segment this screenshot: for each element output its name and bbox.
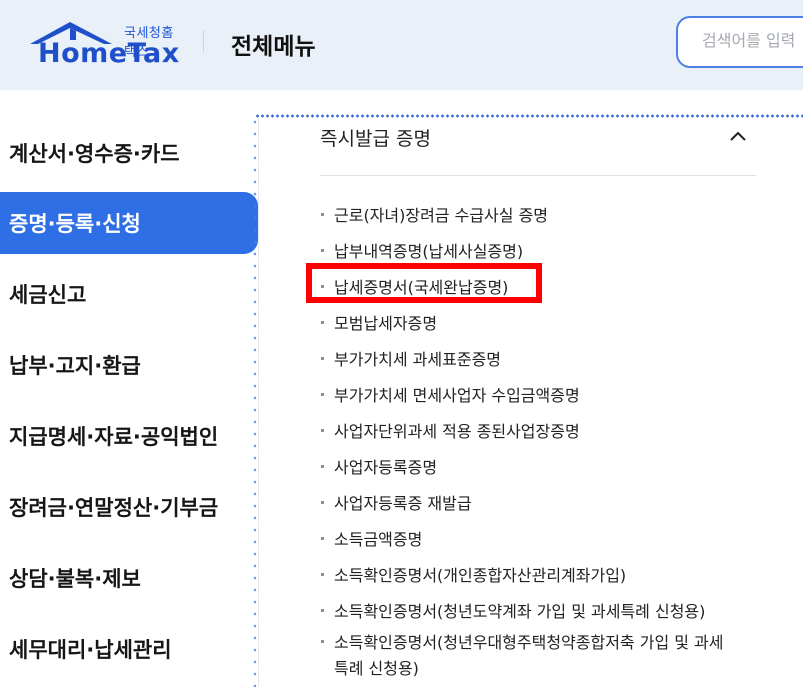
chevron-up-icon[interactable] [728,126,748,146]
dotted-divider-horizontal [255,114,803,118]
bullet-icon [321,212,324,216]
sidebar-item-invoice-receipt-card[interactable]: 계산서·영수증·카드 [0,122,258,184]
bullet-icon [321,536,324,540]
menu-item-business-registration-cert[interactable]: 사업자등록증명 [320,448,790,484]
sidebar-item-tax-filing[interactable]: 세금신고 [0,263,258,325]
bullet-icon [321,428,324,432]
menu-item-label: 부가가치세 과세표준증명 [334,350,502,369]
menu-item-label: 소득확인증명서(청년우대형주택청약종합저축 가입 및 과세특례 신청용) [334,633,724,678]
menu-item-vat-exempt-income-cert[interactable]: 부가가치세 면세사업자 수입금액증명 [320,376,790,412]
sidebar-item-label: 세금신고 [9,283,87,307]
menu-item-label: 사업자등록증 재발급 [334,494,472,513]
menu-item-income-confirm-isa[interactable]: 소득확인증명서(개인종합자산관리계좌가입) [320,556,790,592]
search-input[interactable] [702,31,803,50]
menu-item-business-registration-reissue[interactable]: 사업자등록증 재발급 [320,484,790,520]
page-title: 전체메뉴 [231,34,316,60]
top-header: 국세청홈택스 HomeTax 전체메뉴 [0,0,803,90]
sidebar-item-label: 장려금·연말정산·기부금 [9,496,219,520]
bullet-icon [321,356,324,360]
sidebar-border [258,116,259,687]
section-title[interactable]: 즉시발급 증명 [320,124,431,151]
menu-item-label: 사업자단위과세 적용 종된사업장증명 [334,422,580,441]
header-divider [203,30,204,52]
sidebar-item-label: 납부·고지·환급 [9,354,141,378]
menu-item-model-taxpayer-cert[interactable]: 모범납세자증명 [320,304,790,340]
hometax-logo[interactable]: 국세청홈택스 HomeTax [26,20,179,72]
menu-item-label: 부가가치세 면세사업자 수입금액증명 [334,386,580,405]
menu-item-label: 사업자등록증명 [334,458,438,477]
menu-item-income-confirm-youth-leap[interactable]: 소득확인증명서(청년도약계좌 가입 및 과세특례 신청용) [320,592,790,628]
menu-item-label: 납부내역증명(납세사실증명) [334,242,524,261]
category-sidebar: 계산서·영수증·카드 증명·등록·신청 세금신고 납부·고지·환급 지급명세·자… [0,90,258,687]
menu-item-label: 소득금액증명 [334,530,423,549]
sidebar-item-label: 상담·불복·제보 [9,567,141,591]
menu-item-label: 근로(자녀)장려금 수급사실 증명 [334,206,549,225]
sidebar-item-incentive-settlement[interactable]: 장려금·연말정산·기부금 [0,476,258,538]
menu-item-income-amount-cert[interactable]: 소득금액증명 [320,520,790,556]
logo-wordmark: HomeTax [38,38,180,69]
bullet-icon [321,572,324,576]
menu-item-label: 모범납세자증명 [334,314,438,333]
sidebar-item-label: 증명·등록·신청 [9,212,141,236]
sidebar-item-tax-agent[interactable]: 세무대리·납세관리 [0,618,258,680]
search-box[interactable] [676,16,803,68]
bullet-icon [321,608,324,612]
highlight-annotation-box [306,263,542,303]
menu-item-unit-taxation-branch-cert[interactable]: 사업자단위과세 적용 종된사업장증명 [320,412,790,448]
section-divider [320,175,756,176]
bullet-icon [321,500,324,504]
bullet-icon [321,320,324,324]
bullet-icon [321,640,324,643]
sidebar-item-label: 세무대리·납세관리 [9,638,172,662]
menu-item-income-confirm-youth-housing[interactable]: 소득확인증명서(청년우대형주택청약종합저축 가입 및 과세특례 신청용) [320,628,790,687]
sidebar-item-payment-statement[interactable]: 지급명세·자료·공익법인 [0,405,258,467]
bullet-icon [321,464,324,468]
bullet-icon [321,248,324,252]
sidebar-item-label: 계산서·영수증·카드 [9,142,180,166]
sidebar-item-label: 지급명세·자료·공익법인 [9,425,219,449]
menu-item-label: 소득확인증명서(청년도약계좌 가입 및 과세특례 신청용) [334,602,706,621]
sidebar-item-payment-refund[interactable]: 납부·고지·환급 [0,334,258,396]
sidebar-item-certificate-registration[interactable]: 증명·등록·신청 [0,192,258,254]
menu-item-incentive-receipt-cert[interactable]: 근로(자녀)장려금 수급사실 증명 [320,196,790,232]
sidebar-item-consult-appeal[interactable]: 상담·불복·제보 [0,547,258,609]
menu-item-vat-tax-base-cert[interactable]: 부가가치세 과세표준증명 [320,340,790,376]
menu-item-label: 소득확인증명서(개인종합자산관리계좌가입) [334,566,627,585]
bullet-icon [321,392,324,396]
dotted-divider-vertical [253,116,257,687]
